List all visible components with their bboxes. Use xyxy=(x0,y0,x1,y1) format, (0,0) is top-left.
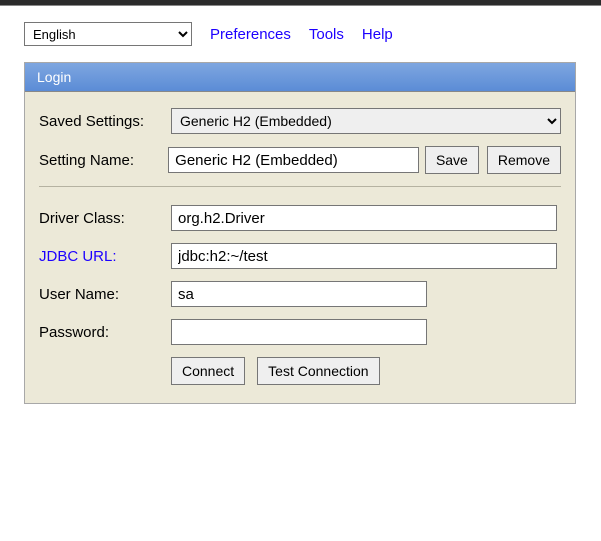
setting-name-input[interactable] xyxy=(168,147,419,173)
driver-class-row: Driver Class: xyxy=(39,205,561,231)
setting-name-row: Setting Name: Save Remove xyxy=(39,146,561,174)
saved-settings-select[interactable]: Generic H2 (Embedded) xyxy=(171,108,561,134)
save-button[interactable]: Save xyxy=(425,146,479,174)
user-name-input[interactable] xyxy=(171,281,427,307)
password-row: Password: xyxy=(39,319,561,345)
driver-class-input[interactable] xyxy=(171,205,557,231)
setting-buttons: Save Remove xyxy=(425,146,561,174)
action-spacer xyxy=(39,357,171,385)
test-connection-button[interactable]: Test Connection xyxy=(257,357,379,385)
password-input[interactable] xyxy=(171,319,427,345)
remove-button[interactable]: Remove xyxy=(487,146,561,174)
jdbc-url-row: JDBC URL: xyxy=(39,243,561,269)
driver-class-label: Driver Class: xyxy=(39,210,171,227)
divider xyxy=(39,186,561,187)
panel-body: Saved Settings: Generic H2 (Embedded) Se… xyxy=(25,92,575,403)
language-select[interactable]: English xyxy=(24,22,192,46)
user-name-row: User Name: xyxy=(39,281,561,307)
saved-settings-row: Saved Settings: Generic H2 (Embedded) xyxy=(39,108,561,134)
jdbc-url-label[interactable]: JDBC URL: xyxy=(39,248,171,265)
password-label: Password: xyxy=(39,324,171,341)
action-buttons: Connect Test Connection xyxy=(171,357,380,385)
tools-link[interactable]: Tools xyxy=(309,26,344,43)
preferences-link[interactable]: Preferences xyxy=(210,26,291,43)
connect-button[interactable]: Connect xyxy=(171,357,245,385)
user-name-label: User Name: xyxy=(39,286,171,303)
saved-settings-label: Saved Settings: xyxy=(39,113,171,130)
top-nav: English Preferences Tools Help xyxy=(0,6,601,62)
setting-name-label: Setting Name: xyxy=(39,152,168,169)
action-row: Connect Test Connection xyxy=(39,357,561,385)
login-panel: Login Saved Settings: Generic H2 (Embedd… xyxy=(24,62,576,404)
panel-title: Login xyxy=(25,63,575,92)
jdbc-url-input[interactable] xyxy=(171,243,557,269)
help-link[interactable]: Help xyxy=(362,26,393,43)
